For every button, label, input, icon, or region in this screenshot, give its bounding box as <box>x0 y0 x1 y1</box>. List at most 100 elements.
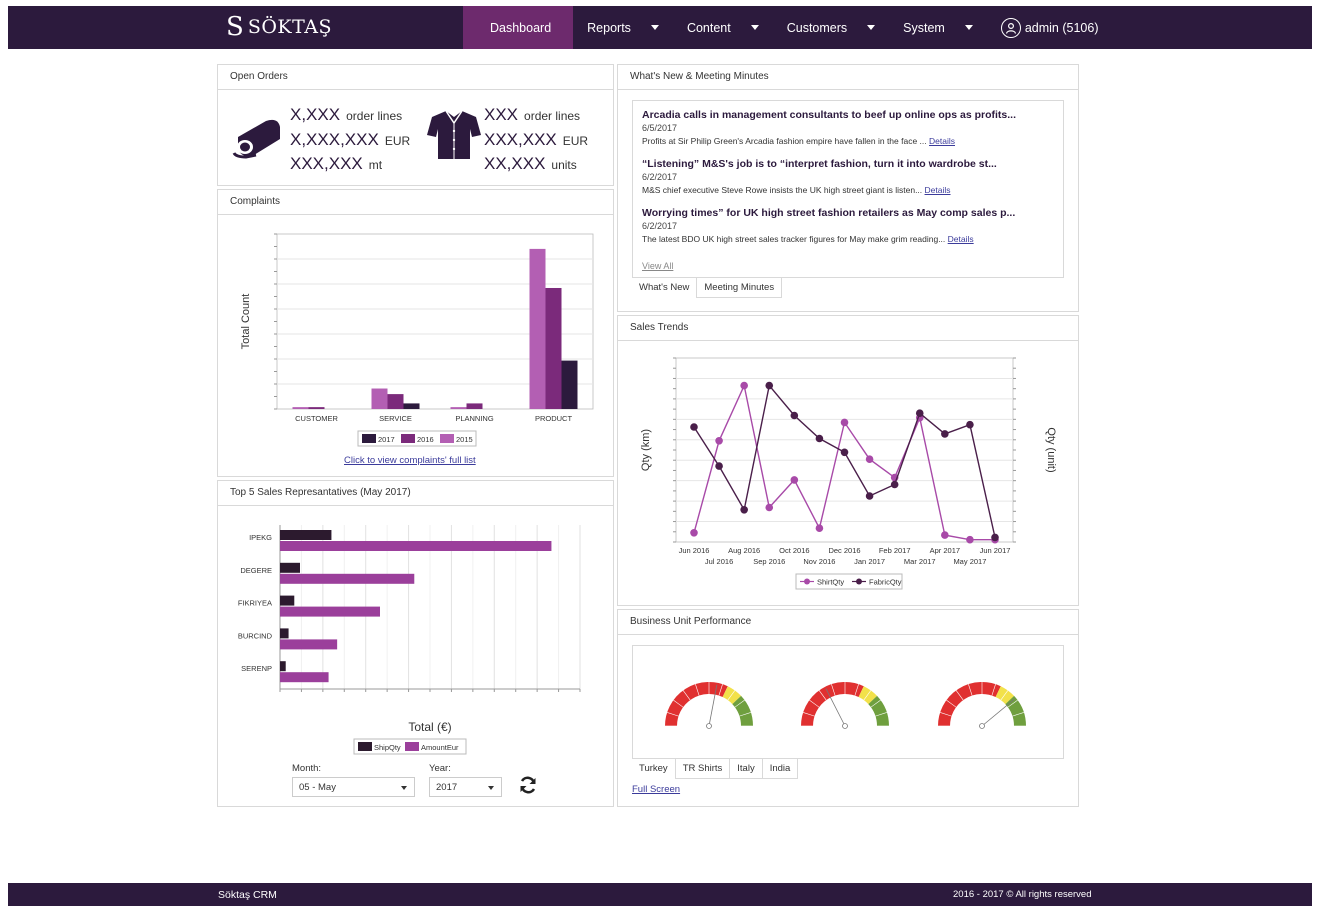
gauge-needle <box>981 698 1015 727</box>
point-fabricqty <box>991 533 999 542</box>
point-fabricqty <box>765 381 774 390</box>
news-summary-text: Profits at Sir Philip Green's Arcadia fa… <box>642 136 927 146</box>
bar-2016-customer <box>308 407 325 409</box>
bar-2016-product <box>545 287 562 409</box>
nav-system[interactable]: System <box>889 6 987 49</box>
tab-india[interactable]: India <box>761 759 799 779</box>
news-list: Arcadia calls in management consultants … <box>632 100 1064 278</box>
news-date: 6/2/2017 <box>642 172 678 182</box>
news-title-link[interactable]: Worrying times” for UK high street fashi… <box>642 207 1054 219</box>
complaints-full-list-link[interactable]: Click to view complaints' full list <box>344 455 476 466</box>
user-avatar-icon <box>1000 17 1021 38</box>
gauge-pivot <box>706 723 712 729</box>
gauge-band-red <box>938 682 1001 727</box>
news-details-link[interactable]: Details <box>948 234 974 244</box>
full-screen-link[interactable]: Full Screen <box>632 784 680 795</box>
gauges <box>665 682 1026 729</box>
bar-2016-service <box>387 394 404 409</box>
fabric-qty-unit: mt <box>368 158 383 172</box>
x-tick-label: CUSTOMER <box>295 414 338 423</box>
y-tick-label: FIKRIYEA <box>238 599 272 608</box>
bar-amounteur-serenp <box>280 672 329 683</box>
user-menu[interactable]: admin (5106) <box>987 6 1113 49</box>
gauge-band-green <box>868 695 889 727</box>
tab-meeting-minutes[interactable]: Meeting Minutes <box>696 278 783 298</box>
footer-copyright: 2016 - 2017 © All rights reserved <box>953 889 1092 900</box>
x-tick-label: PLANNING <box>455 414 494 423</box>
legend-marker-fabricqty <box>856 578 862 585</box>
tab-whats-new[interactable]: What's New <box>632 278 698 298</box>
y-tick-label: BURCIND <box>238 631 273 640</box>
x-tick-label: PRODUCT <box>535 414 573 423</box>
news-summary: M&S chief executive Steve Rowe insists t… <box>642 185 1054 195</box>
shirt-order-lines-value: XXX <box>484 105 519 124</box>
series-line-shirtqty <box>693 383 995 541</box>
shirt-amount-value: XXX,XXX <box>484 129 557 149</box>
point-shirtqty <box>966 535 974 544</box>
year-select[interactable]: 2017 <box>429 777 502 797</box>
point-fabricqty <box>690 423 698 431</box>
legend-label-2015: 2015 <box>456 435 473 444</box>
news-summary: The latest BDO UK high street sales trac… <box>642 234 1054 244</box>
chevron-down-icon <box>401 786 407 790</box>
bar-shipqty-ipekg <box>280 530 332 540</box>
x-tick-label: May 2017 <box>953 557 986 566</box>
news-summary-text: M&S chief executive Steve Rowe insists t… <box>642 185 923 195</box>
footer: Söktaş CRM 2016 - 2017 © All rights rese… <box>8 883 1312 906</box>
y-tick-label: SERENP <box>241 664 272 673</box>
gauges-box <box>632 645 1064 759</box>
point-shirtqty <box>690 529 698 537</box>
point-shirtqty <box>840 418 849 427</box>
bar-2015-planning <box>450 407 467 409</box>
open-orders-panel: Open Orders X,XXX order lines X,XXX,XXX EU… <box>217 64 614 186</box>
point-shirtqty <box>765 503 774 512</box>
x-tick-label: Apr 2017 <box>930 546 960 555</box>
news-title-link[interactable]: Arcadia calls in management consultants … <box>642 109 1054 121</box>
top5-panel: Top 5 Sales Represantatives (May 2017) I… <box>217 480 614 807</box>
view-all-link[interactable]: View All <box>642 261 673 271</box>
x-tick-label: Nov 2016 <box>803 557 835 566</box>
nav-reports[interactable]: Reports <box>573 6 673 49</box>
month-select[interactable]: 05 - May <box>292 777 415 797</box>
nav-customers[interactable]: Customers <box>773 6 889 49</box>
nav-content[interactable]: Content <box>673 6 773 49</box>
complaints-panel: Complaints Total Count CUSTOMER SERVICE PLA… <box>217 189 614 477</box>
legend-swatch-amounteur <box>405 742 419 751</box>
point-fabricqty <box>790 411 799 420</box>
news-details-link[interactable]: Details <box>925 185 951 195</box>
point-shirtqty <box>790 476 799 484</box>
point-fabricqty <box>715 462 723 470</box>
news-title: What's New & Meeting Minutes <box>618 65 1078 90</box>
x-tick-label: Sep 2016 <box>753 557 785 566</box>
caret-down-icon <box>750 25 759 30</box>
news-details-link[interactable]: Details <box>929 136 955 146</box>
bu-tabs: Turkey TR Shirts Italy India <box>632 759 799 779</box>
point-fabricqty <box>740 506 748 514</box>
brand-mark-icon: S <box>226 12 244 42</box>
year-label: Year: <box>429 763 451 774</box>
sales-trends-chart: Qty (km) Qty (unit) Jun 2016 Jul 2016 Aug 20… <box>640 357 1057 590</box>
footer-brand: Söktaş CRM <box>218 889 277 901</box>
x-tick-label: Jun 2017 <box>980 546 1011 555</box>
nav-dashboard[interactable]: Dashboard <box>463 6 574 49</box>
brand-logo[interactable]: S SÖKTAŞ <box>226 12 332 42</box>
month-label: Month: <box>292 763 322 774</box>
x-tick-label: Feb 2017 <box>879 546 911 555</box>
news-title-link[interactable]: “Listening” M&S's job is to “interpret f… <box>642 158 1054 170</box>
legend-label-amounteur: AmountEur <box>421 743 459 752</box>
x-axis-label: Total (€) <box>408 720 451 734</box>
refresh-icon[interactable] <box>518 775 538 795</box>
point-shirtqty <box>740 381 748 390</box>
point-fabricqty <box>941 430 949 438</box>
point-fabricqty <box>865 492 874 500</box>
tab-tr-shirts[interactable]: TR Shirts <box>674 759 731 779</box>
tab-italy[interactable]: Italy <box>729 759 763 779</box>
bar-shipqty-fikriyea <box>280 595 295 606</box>
point-shirtqty <box>941 531 949 539</box>
gauge-pivot <box>842 723 848 729</box>
shirt-qty-unit: units <box>551 158 577 172</box>
caret-down-icon <box>964 25 973 30</box>
fabric-order-lines-value: X,XXX <box>290 105 341 124</box>
legend-marker-shirtqty <box>804 578 810 585</box>
tab-turkey[interactable]: Turkey <box>632 759 676 779</box>
